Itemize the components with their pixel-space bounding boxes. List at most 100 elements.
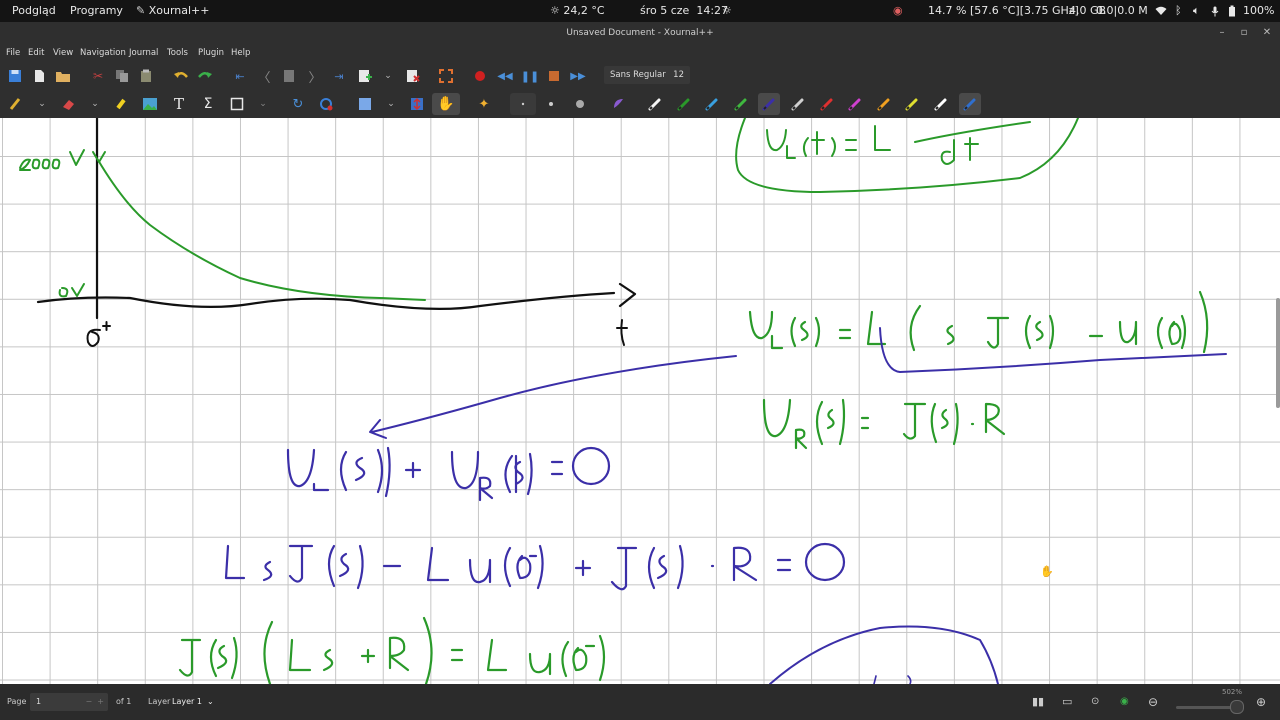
pen-color-white-2-icon[interactable]	[933, 96, 949, 112]
zoom-100-icon[interactable]: ◉	[1120, 684, 1129, 720]
fullscreen-icon[interactable]	[438, 68, 454, 84]
volume-icon[interactable]: 🔈︎	[1193, 0, 1200, 22]
night-light-icon[interactable]: ☼	[722, 0, 732, 22]
system-monitor-icon[interactable]: ◉	[893, 0, 903, 22]
clock[interactable]: śro 5 cze 14:27	[640, 0, 728, 22]
goto-first-page-icon[interactable]: ⇤	[232, 68, 248, 84]
graph-labels	[86, 319, 628, 347]
weather-indicator[interactable]: ☼ 24,2 °C	[550, 0, 605, 22]
thickness-medium-icon[interactable]	[543, 96, 559, 112]
menu-tools[interactable]: Tools	[167, 44, 188, 62]
pen-color-red-icon[interactable]	[819, 96, 835, 112]
undo-icon[interactable]	[173, 68, 189, 84]
menu-plugin[interactable]: Plugin	[198, 44, 224, 62]
goto-page-icon[interactable]	[281, 68, 297, 84]
eraser-tool-icon[interactable]	[60, 96, 76, 112]
battery-icon[interactable]	[1228, 0, 1236, 22]
pen-color-yellow-icon[interactable]	[904, 96, 920, 112]
fill-toggle-icon[interactable]: ✦	[476, 96, 492, 112]
menu-navigation[interactable]: Navigation	[80, 44, 126, 62]
menu-journal[interactable]: Journal	[129, 44, 158, 62]
zoom-in-icon[interactable]: ⊕	[1256, 684, 1266, 720]
shape-dropdown-icon[interactable]: ⌄	[255, 96, 271, 112]
pen-color-black-icon[interactable]	[647, 96, 663, 112]
vertical-space-icon[interactable]	[409, 96, 425, 112]
page-stepper-icon[interactable]: − +	[86, 693, 105, 711]
text-tool-icon[interactable]: T	[171, 95, 187, 113]
save-icon[interactable]	[7, 68, 23, 84]
record-audio-icon[interactable]	[472, 68, 488, 84]
pen-color-blue-icon[interactable]	[758, 93, 781, 115]
drawing-canvas[interactable]: ✋	[0, 118, 1280, 684]
pen-color-green-icon[interactable]	[676, 96, 692, 112]
redo-icon[interactable]	[197, 68, 213, 84]
shape-tool-icon[interactable]	[229, 96, 245, 112]
pen-color-orange-icon[interactable]	[876, 96, 892, 112]
arrow	[369, 355, 737, 439]
menu-file[interactable]: File	[6, 44, 20, 62]
pause-icon[interactable]: ❚❚	[521, 68, 539, 84]
color-picker-icon[interactable]	[318, 96, 334, 112]
seek-back-icon[interactable]: ◀◀	[497, 68, 513, 84]
pen-color-light-blue-icon[interactable]	[704, 96, 720, 112]
menu-edit[interactable]: Edit	[28, 44, 44, 62]
zoom-slider-track[interactable]	[1176, 706, 1238, 709]
layer-selector[interactable]: Layer 1 ⌄	[172, 684, 214, 720]
layer-value: Layer 1	[172, 697, 202, 706]
select-dropdown-icon[interactable]: ⌄	[383, 96, 399, 112]
presentation-icon[interactable]: ▭	[1062, 684, 1072, 720]
pen-color-magenta-icon[interactable]	[847, 96, 863, 112]
pen-color-bright-green-icon[interactable]	[733, 96, 749, 112]
zoom-slider-handle[interactable]	[1230, 700, 1244, 714]
seek-forward-icon[interactable]: ▶▶	[570, 68, 586, 84]
zoom-out-icon[interactable]: ⊖	[1148, 684, 1158, 720]
copy-icon[interactable]	[114, 68, 130, 84]
menu-help[interactable]: Help	[231, 44, 250, 62]
font-selector[interactable]: Sans Regular 12	[604, 66, 690, 84]
zoom-fit-icon[interactable]: ⊙	[1091, 684, 1099, 720]
close-button[interactable]: ✕	[1259, 22, 1275, 44]
highlighter-tool-icon[interactable]	[113, 96, 129, 112]
insert-page-dropdown-icon[interactable]: ⌄	[380, 68, 396, 84]
open-folder-icon[interactable]	[55, 68, 71, 84]
next-page-icon[interactable]: 〉	[307, 68, 323, 86]
bluetooth-icon[interactable]: ᛒ	[1175, 0, 1182, 22]
layer-label: Layer	[148, 697, 171, 706]
pen-color-white-icon[interactable]	[790, 96, 806, 112]
previous-page-icon[interactable]: 〈	[256, 68, 272, 86]
minimize-button[interactable]: –	[1214, 22, 1230, 44]
activities-button[interactable]: Podgląd	[12, 0, 56, 22]
app-indicator[interactable]: ✎ Xournal++	[136, 0, 210, 22]
math-tex-icon[interactable]: Σ	[200, 96, 216, 112]
menu-view[interactable]: View	[53, 44, 73, 62]
insert-page-icon[interactable]	[357, 68, 373, 84]
cpu-indicator: 14.7 % [57.6 °C][3.75 GHz]	[928, 4, 1079, 17]
pen-color-purple-icon[interactable]	[610, 96, 626, 112]
rotate-tool-icon[interactable]: ↻	[290, 96, 306, 112]
cut-icon[interactable]: ✂	[90, 68, 106, 84]
pen-color-accent-blue-icon[interactable]	[958, 93, 981, 115]
apps-menu-button[interactable]: Programy	[70, 0, 123, 22]
pen-tool-icon[interactable]	[7, 96, 23, 112]
factored-equation	[178, 616, 606, 684]
new-document-icon[interactable]	[31, 68, 47, 84]
delete-page-icon[interactable]	[405, 68, 421, 84]
thickness-thick-icon[interactable]	[572, 96, 588, 112]
graph-axes	[36, 118, 637, 320]
maximize-button[interactable]: ▫	[1236, 22, 1252, 44]
image-tool-icon[interactable]	[142, 96, 158, 112]
stop-icon[interactable]	[546, 68, 562, 84]
vertical-scrollbar[interactable]	[1276, 298, 1280, 408]
select-rect-icon[interactable]	[357, 96, 373, 112]
hand-tool-icon[interactable]: ✋	[432, 93, 460, 115]
wifi-icon[interactable]	[1155, 0, 1167, 22]
page-spinner[interactable]: 1 − +	[30, 693, 108, 711]
paste-icon[interactable]	[138, 68, 154, 84]
dual-page-icon[interactable]: ▮▮	[1032, 684, 1044, 720]
microphone-icon[interactable]	[1211, 0, 1219, 22]
page-count: of 1	[116, 697, 132, 706]
eraser-dropdown-icon[interactable]: ⌄	[87, 96, 103, 112]
pen-dropdown-icon[interactable]: ⌄	[34, 96, 50, 112]
goto-last-page-icon[interactable]: ⇥	[331, 68, 347, 84]
thickness-fine-icon[interactable]	[510, 93, 536, 115]
